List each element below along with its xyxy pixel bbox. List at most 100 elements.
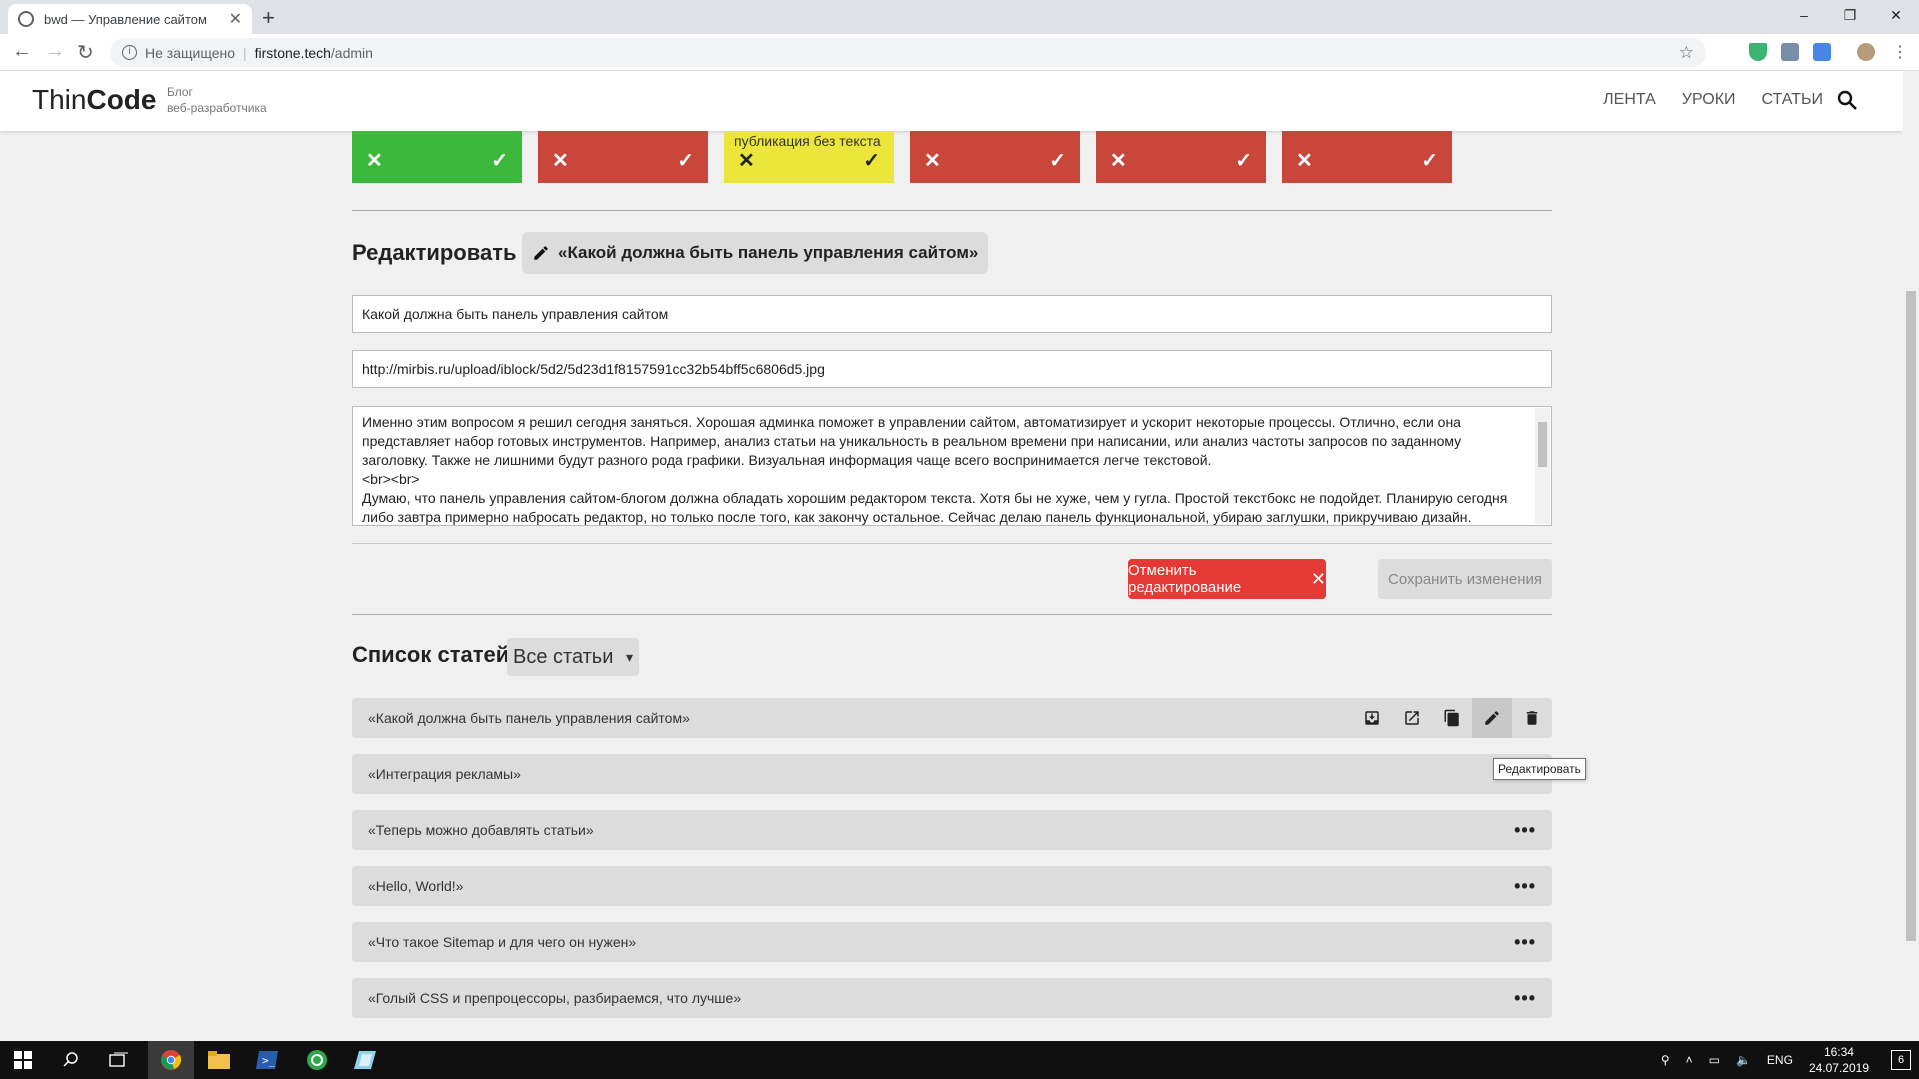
- task-view-icon[interactable]: [96, 1041, 142, 1079]
- tagline-line2: веб-разработчика: [167, 101, 267, 115]
- page-scrollbar[interactable]: [1903, 71, 1919, 1041]
- cancel-edit-label: Отменить редактирование: [1128, 562, 1242, 596]
- bookmark-star-icon[interactable]: ☆: [1679, 43, 1694, 63]
- approve-icon[interactable]: ✓: [1049, 148, 1066, 173]
- new-tab-button[interactable]: +: [262, 5, 275, 31]
- extension-icon[interactable]: [1781, 43, 1799, 61]
- editing-article-chip: «Какой должна быть панель управления сай…: [522, 232, 989, 274]
- browser-tab[interactable]: bwd — Управление сайтом ✕: [8, 4, 252, 34]
- menu-kebab-icon[interactable]: ⋮: [1892, 42, 1908, 62]
- reject-icon[interactable]: ✕: [366, 148, 383, 173]
- articles-filter-select[interactable]: Все статьи ▾: [507, 638, 639, 676]
- tagline-line1: Блог: [167, 85, 193, 99]
- notifications-button[interactable]: 6: [1891, 1050, 1911, 1070]
- minimize-button[interactable]: –: [1781, 0, 1827, 30]
- file-explorer-icon[interactable]: [196, 1041, 242, 1079]
- article-title: «Hello, World!»: [368, 878, 464, 894]
- editor-app-icon[interactable]: [342, 1041, 388, 1079]
- security-label: Не защищено: [145, 44, 235, 61]
- pencil-icon[interactable]: [1472, 698, 1512, 738]
- approve-icon[interactable]: ✓: [1235, 148, 1252, 173]
- restore-button[interactable]: ❐: [1827, 0, 1873, 30]
- clock-time: 16:34: [1823, 1045, 1854, 1059]
- profile-avatar[interactable]: [1857, 43, 1875, 61]
- article-title: «Что такое Sitemap и для чего он нужен»: [368, 934, 637, 950]
- title-input[interactable]: Какой должна быть панель управления сайт…: [352, 295, 1552, 333]
- windows-start-icon[interactable]: [0, 1041, 46, 1079]
- nav-feed[interactable]: ЛЕНТА: [1603, 91, 1656, 109]
- approve-icon[interactable]: ✓: [863, 148, 880, 173]
- article-title: «Интеграция рекламы»: [368, 766, 521, 782]
- open-external-icon[interactable]: [1392, 698, 1432, 738]
- language-indicator[interactable]: ENG: [1767, 1053, 1793, 1067]
- browser-tab-strip: bwd — Управление сайтом ✕ + – ❐ ✕: [0, 0, 1919, 34]
- close-window-button[interactable]: ✕: [1873, 0, 1919, 30]
- site-nav: ЛЕНТА УРОКИ СТАТЬИ: [1603, 91, 1823, 109]
- article-title: «Теперь можно добавлять статьи»: [368, 822, 594, 838]
- more-options-icon[interactable]: •••: [1514, 932, 1536, 953]
- site-tagline: Блог веб-разработчика: [167, 84, 267, 116]
- more-options-icon[interactable]: •••: [1514, 988, 1536, 1009]
- info-icon[interactable]: i: [122, 45, 137, 60]
- clock[interactable]: 16:34 24.07.2019: [1809, 1044, 1869, 1076]
- articles-list-heading: Список статей: [352, 642, 510, 667]
- reject-icon[interactable]: ✕: [552, 148, 569, 173]
- body-textarea[interactable]: Именно этим вопросом я решил сегодня зан…: [352, 406, 1552, 526]
- article-row[interactable]: «Голый CSS и препроцессоры, разбираемся,…: [352, 978, 1552, 1018]
- download-icon[interactable]: [1352, 698, 1392, 738]
- site-logo[interactable]: ThinCode: [32, 84, 156, 116]
- nav-articles[interactable]: СТАТЬИ: [1762, 91, 1823, 109]
- status-block: ✕ ✓: [1096, 131, 1266, 183]
- more-options-icon[interactable]: •••: [1514, 820, 1536, 841]
- volume-icon[interactable]: 🔈: [1736, 1053, 1751, 1067]
- address-toolbar: ← → ↻ i Не защищено | firstone.tech /adm…: [0, 34, 1919, 71]
- address-bar[interactable]: i Не защищено | firstone.tech /admin ☆: [110, 38, 1706, 67]
- article-actions: [1352, 698, 1552, 738]
- shield-extension-icon[interactable]: [1749, 43, 1767, 61]
- network-icon[interactable]: ▭: [1709, 1053, 1720, 1067]
- body-text: Именно этим вопросом я решил сегодня зан…: [362, 414, 1508, 525]
- search-icon[interactable]: [1836, 89, 1858, 111]
- reject-icon[interactable]: ✕: [924, 148, 941, 173]
- cancel-edit-button[interactable]: Отменить редактирование ✕: [1128, 559, 1326, 599]
- page-scrollbar-thumb[interactable]: [1906, 291, 1916, 941]
- close-icon: ✕: [1310, 568, 1326, 589]
- approve-icon[interactable]: ✓: [491, 148, 508, 173]
- article-row[interactable]: «Теперь можно добавлять статьи» •••: [352, 810, 1552, 850]
- article-row[interactable]: «Что такое Sitemap и для чего он нужен» •…: [352, 922, 1552, 962]
- status-block: ✕ ✓: [538, 131, 708, 183]
- forward-arrow-icon[interactable]: →: [45, 40, 65, 63]
- people-icon[interactable]: ⚲: [1661, 1053, 1670, 1067]
- close-tab-icon[interactable]: ✕: [229, 9, 242, 29]
- approve-icon[interactable]: ✓: [677, 148, 694, 173]
- back-arrow-icon[interactable]: ←: [12, 40, 32, 63]
- approve-icon[interactable]: ✓: [1421, 148, 1438, 173]
- chevron-up-icon[interactable]: ˄: [1686, 1053, 1693, 1067]
- save-changes-button[interactable]: Сохранить изменения: [1378, 559, 1552, 599]
- filter-value: Все статьи: [513, 645, 614, 668]
- powershell-icon[interactable]: >_: [244, 1041, 290, 1079]
- url-host: firstone.tech: [254, 44, 331, 61]
- article-row[interactable]: «Какой должна быть панель управления сай…: [352, 698, 1552, 738]
- article-row[interactable]: «Интеграция рекламы»: [352, 754, 1552, 794]
- search-icon[interactable]: [48, 1041, 94, 1079]
- reject-icon[interactable]: ✕: [1110, 148, 1127, 173]
- copy-icon[interactable]: [1432, 698, 1472, 738]
- status-block: ✕ ✓: [1282, 131, 1452, 183]
- textarea-scrollbar[interactable]: [1535, 408, 1550, 524]
- article-row[interactable]: «Hello, World!» •••: [352, 866, 1552, 906]
- tab-title: bwd — Управление сайтом: [44, 11, 207, 27]
- more-options-icon[interactable]: •••: [1514, 876, 1536, 897]
- translate-extension-icon[interactable]: [1813, 43, 1831, 61]
- scrollbar-thumb[interactable]: [1538, 422, 1547, 467]
- app-green-icon[interactable]: [294, 1041, 340, 1079]
- reject-icon[interactable]: ✕: [1296, 148, 1313, 173]
- trash-icon[interactable]: [1512, 698, 1552, 738]
- status-block: публикация без текста ✕ ✓: [724, 131, 894, 183]
- image-url-input[interactable]: http://mirbis.ru/upload/iblock/5d2/5d23d…: [352, 350, 1552, 388]
- reload-icon[interactable]: ↻: [77, 40, 94, 65]
- chrome-taskbar-icon[interactable]: [148, 1041, 194, 1079]
- reject-icon[interactable]: ✕: [738, 148, 755, 173]
- nav-lessons[interactable]: УРОКИ: [1682, 91, 1736, 109]
- url-path: /admin: [330, 44, 373, 61]
